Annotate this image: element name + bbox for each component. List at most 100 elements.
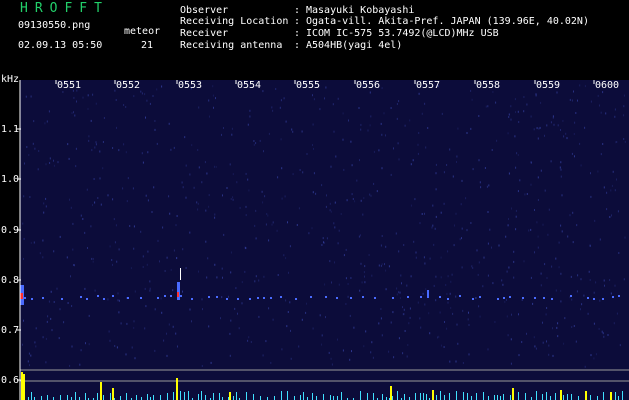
signal-bar: [201, 391, 202, 400]
echo-dot: [522, 297, 524, 299]
noise-speck: [321, 184, 323, 187]
noise-speck: [590, 195, 592, 198]
noise-speck: [166, 354, 168, 357]
noise-speck: [613, 322, 615, 325]
noise-speck: [584, 365, 586, 368]
signal-bar-peak: [585, 391, 587, 400]
noise-speck: [47, 315, 49, 318]
noise-speck: [73, 111, 74, 114]
noise-speck: [558, 241, 560, 244]
noise-speck: [268, 239, 270, 242]
noise-speck: [141, 152, 143, 155]
noise-speck: [120, 322, 122, 325]
noise-speck: [536, 127, 538, 130]
noise-speck: [45, 163, 47, 166]
noise-speck: [447, 275, 449, 278]
noise-speck: [461, 266, 463, 269]
noise-speck: [214, 216, 216, 219]
noise-speck: [534, 251, 535, 254]
noise-speck: [168, 195, 170, 198]
noise-speck: [323, 241, 325, 244]
noise-speck: [558, 266, 560, 269]
noise-speck: [477, 273, 479, 276]
echo-dot: [420, 296, 422, 298]
noise-speck: [330, 210, 332, 213]
noise-speck: [214, 213, 216, 216]
noise-speck: [533, 128, 535, 131]
signal-bar: [180, 391, 181, 400]
noise-speck: [523, 260, 525, 263]
noise-speck: [548, 344, 550, 347]
noise-speck: [351, 193, 353, 196]
noise-speck: [479, 181, 481, 184]
noise-speck: [237, 312, 238, 315]
signal-bar: [578, 396, 579, 400]
noise-speck: [611, 214, 612, 217]
noise-speck: [450, 307, 452, 309]
noise-speck: [624, 236, 626, 239]
noise-speck: [185, 196, 187, 199]
noise-speck: [312, 94, 313, 97]
noise-speck: [378, 322, 380, 325]
noise-speck: [43, 202, 45, 205]
signal-bar: [219, 393, 220, 400]
noise-speck: [570, 275, 572, 278]
noise-speck: [142, 255, 144, 258]
noise-speck: [149, 280, 151, 283]
noise-speck: [396, 287, 398, 290]
noise-speck: [390, 173, 392, 176]
noise-speck: [116, 346, 118, 349]
noise-speck: [616, 141, 618, 143]
noise-speck: [593, 291, 595, 294]
noise-speck: [449, 360, 451, 363]
noise-speck: [548, 208, 550, 211]
noise-speck: [606, 191, 608, 194]
noise-speck: [86, 188, 88, 191]
signal-bar: [153, 395, 154, 400]
noise-speck: [560, 300, 562, 303]
noise-speck: [254, 224, 256, 227]
noise-speck: [221, 133, 222, 136]
noise-speck: [560, 129, 561, 131]
noise-speck: [212, 85, 214, 88]
noise-speck: [557, 322, 559, 325]
noise-speck: [571, 326, 573, 328]
noise-speck: [526, 103, 528, 106]
echo-dot: [618, 295, 620, 297]
signal-bar: [603, 392, 604, 400]
noise-speck: [418, 92, 420, 95]
noise-speck: [168, 122, 170, 125]
noise-speck: [112, 198, 114, 201]
noise-speck: [182, 186, 184, 189]
noise-speck: [88, 139, 90, 142]
noise-speck: [380, 317, 382, 320]
signal-bar: [213, 393, 214, 400]
noise-speck: [546, 340, 547, 343]
echo-dot: [543, 297, 545, 299]
noise-speck: [118, 311, 120, 314]
noise-speck: [35, 327, 37, 330]
echo-dot: [226, 298, 228, 300]
noise-speck: [140, 230, 142, 233]
noise-speck: [526, 193, 528, 195]
noise-speck: [70, 275, 71, 278]
echo-dot: [164, 295, 166, 297]
noise-speck: [602, 91, 604, 94]
noise-speck: [133, 247, 135, 250]
time-label: 0551: [57, 80, 82, 91]
noise-speck: [132, 187, 134, 190]
noise-speck: [99, 177, 101, 180]
noise-speck: [239, 206, 241, 209]
noise-speck: [109, 339, 111, 342]
noise-speck: [48, 110, 50, 113]
noise-speck: [508, 113, 510, 116]
noise-speck: [552, 327, 553, 330]
noise-speck: [417, 143, 419, 146]
noise-speck: [223, 127, 224, 129]
noise-speck: [478, 261, 480, 264]
noise-speck: [337, 338, 338, 341]
noise-speck: [446, 164, 448, 166]
noise-speck: [73, 264, 75, 267]
echo-dot: [392, 297, 394, 299]
noise-speck: [393, 356, 395, 359]
